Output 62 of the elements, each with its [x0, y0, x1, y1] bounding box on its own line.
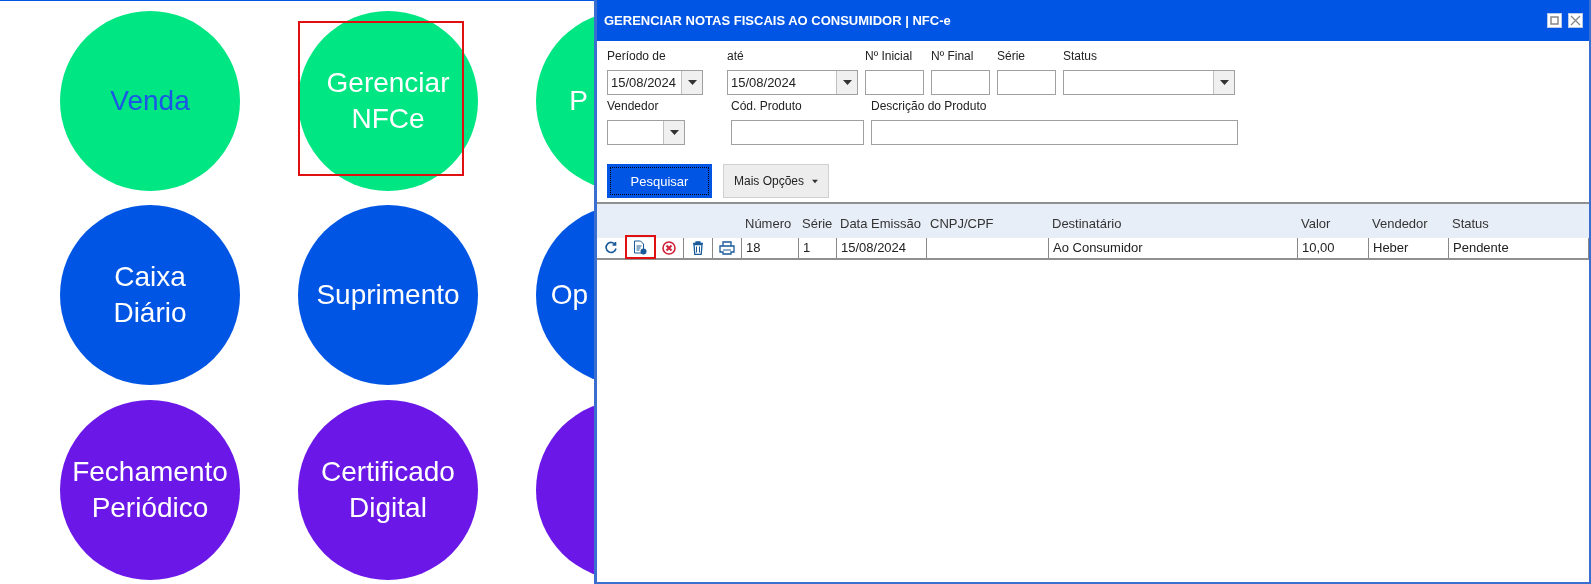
close-button[interactable] [1568, 13, 1583, 28]
more-options-button[interactable]: Mais Opções [723, 164, 829, 198]
table-cell: Pendente [1449, 238, 1589, 258]
field-label: Status [1063, 49, 1099, 63]
tile-label: Venda [110, 84, 190, 118]
column-header: Destinatário [1051, 216, 1123, 233]
window-title: GERENCIAR NOTAS FISCAIS AO CONSUMIDOR | NFC-e [604, 13, 952, 28]
column-header: Status [1451, 216, 1490, 233]
printer-icon [719, 241, 735, 255]
input-field[interactable] [931, 70, 990, 95]
column-header: Vendedor [1371, 216, 1429, 233]
refresh-icon [604, 241, 618, 255]
dropdown-field[interactable] [607, 120, 685, 145]
dropdown-field[interactable]: 15/08/2024 [607, 70, 703, 95]
menu-tile[interactable]: Venda [60, 11, 240, 191]
field-label: Nº Inicial [865, 49, 914, 63]
tile-label: P [569, 84, 588, 118]
field-label: Cód. Produto [731, 99, 803, 113]
cancel-icon [662, 241, 676, 255]
menu-tile[interactable]: Fechamento Periódico [60, 399, 240, 580]
field-label: Descrição do Produto [871, 99, 988, 113]
table-cell: Ao Consumidor [1049, 238, 1298, 258]
tile-label: Op [550, 278, 588, 313]
maximize-button[interactable] [1547, 13, 1562, 28]
tile-label: Fechamento Periódico [72, 454, 228, 525]
field-label: Vendedor [607, 99, 660, 113]
input-field[interactable] [871, 120, 1238, 145]
table-cell: 10,00 [1298, 238, 1369, 258]
table-cell: Heber [1369, 238, 1449, 258]
column-header: Data Emissão [839, 216, 922, 233]
dropdown-arrow-icon [687, 80, 697, 85]
menu-tile[interactable]: Caixa Diário [60, 205, 240, 386]
trash-icon [692, 241, 704, 255]
dropdown-field[interactable] [1063, 70, 1235, 95]
input-field[interactable] [997, 70, 1056, 95]
input-field[interactable] [731, 120, 864, 145]
dropdown-arrow-icon [1219, 80, 1229, 85]
input-field[interactable] [865, 70, 924, 95]
field-label: Nº Final [931, 49, 975, 63]
field-label: Período de [607, 49, 667, 63]
column-header: CNPJ/CPF [929, 216, 995, 233]
table-cell: 1 [799, 238, 837, 258]
table-cell: 15/08/2024 [837, 238, 927, 258]
document-icon [633, 239, 647, 255]
row-action-button[interactable] [626, 236, 655, 258]
dropdown-arrow-icon [842, 80, 852, 85]
dropdown-field[interactable]: 15/08/2024 [727, 70, 858, 95]
search-button[interactable]: Pesquisar [607, 164, 712, 198]
field-label: até [727, 49, 745, 63]
field-label: Série [997, 49, 1026, 63]
tile-label: Caixa Diário [113, 260, 187, 331]
table-cell: 18 [742, 238, 799, 258]
tile-label: Certificado Digital [321, 454, 455, 525]
column-header: Número [744, 216, 793, 233]
tile-label: Gerenciar NFCe [326, 66, 450, 136]
menu-tile[interactable]: Suprimento [298, 205, 478, 386]
menu-tile[interactable]: Certificado Digital [298, 399, 478, 580]
column-header: Série [801, 216, 834, 233]
column-header: Valor [1300, 216, 1332, 233]
dropdown-arrow-icon [669, 130, 679, 135]
dropdown-arrow-icon [812, 178, 818, 184]
tile-label: Suprimento [316, 278, 460, 313]
